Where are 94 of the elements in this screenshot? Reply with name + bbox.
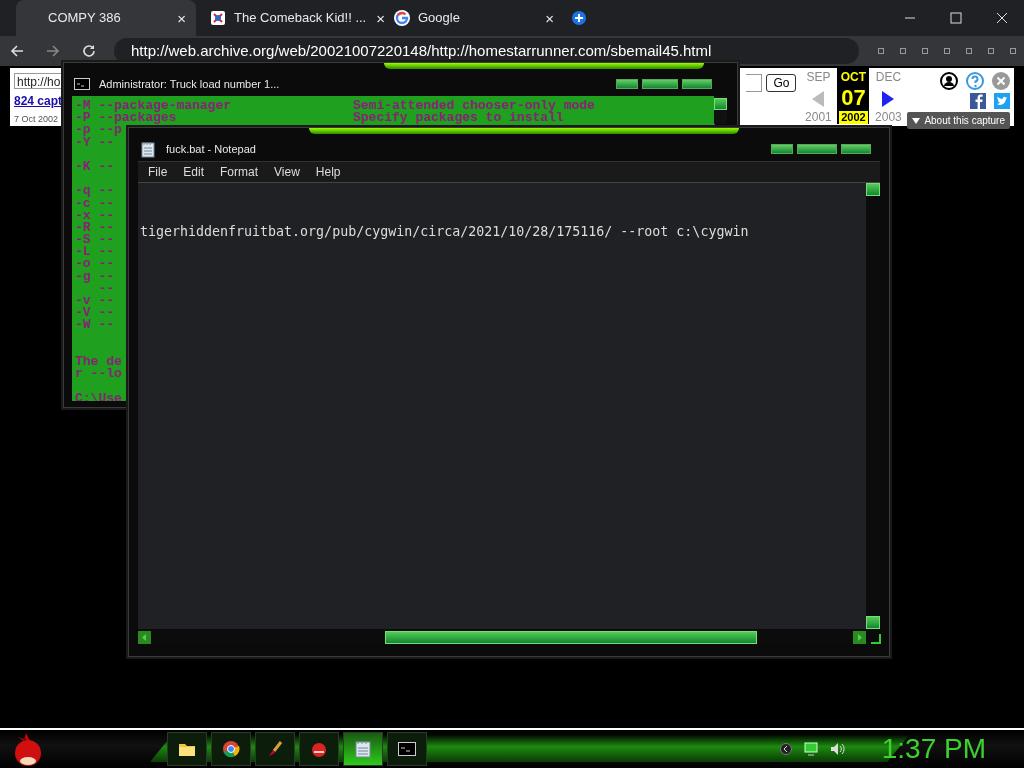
scroll-right-icon[interactable] bbox=[853, 630, 866, 644]
help-icon[interactable] bbox=[966, 72, 984, 90]
console-icon bbox=[74, 78, 90, 90]
tab-title: The Comeback Kid!! ... bbox=[234, 9, 367, 28]
folder-icon bbox=[178, 741, 196, 757]
month-label[interactable]: OCT bbox=[840, 68, 867, 86]
bird-icon[interactable] bbox=[994, 93, 1010, 109]
console-line: Semi-attended chooser-only mode bbox=[353, 100, 595, 113]
month-label[interactable]: SEP bbox=[806, 68, 831, 86]
close-tab-button[interactable]: × bbox=[374, 10, 387, 26]
console-line: -q -- bbox=[75, 185, 114, 198]
close-icon[interactable] bbox=[996, 12, 1008, 24]
forward-icon[interactable] bbox=[46, 44, 60, 58]
document-text: tigerhiddenfruitbat.org/pub/cygwin/circa/2021/10/28/175116/ --root c:\cygwin bbox=[140, 223, 749, 241]
scroll-left-icon[interactable] bbox=[138, 630, 151, 644]
extension-icon[interactable] bbox=[988, 48, 994, 54]
browser-icon bbox=[222, 740, 240, 758]
console-line: -p --p bbox=[75, 124, 122, 137]
favicon-icon bbox=[210, 10, 226, 26]
extension-icon[interactable] bbox=[966, 48, 972, 54]
next-icon[interactable] bbox=[881, 90, 896, 108]
captures-link[interactable]: 824 capt bbox=[14, 91, 63, 110]
console-line: -R -- bbox=[75, 221, 114, 235]
console-line: -M --package-manager bbox=[75, 100, 232, 113]
tab-title: COMPY 386 bbox=[48, 9, 122, 28]
year-label[interactable]: 2001 bbox=[805, 111, 832, 124]
speaker-icon[interactable] bbox=[829, 742, 846, 756]
extension-icon[interactable] bbox=[900, 48, 906, 54]
console-line: C:\Use bbox=[75, 392, 122, 401]
about-capture-button[interactable]: About this capture bbox=[907, 112, 1010, 129]
menu-item[interactable]: View bbox=[269, 163, 305, 181]
console-line: -v -- bbox=[75, 295, 114, 308]
google-icon bbox=[394, 10, 410, 26]
console-line: -K -- bbox=[75, 160, 114, 174]
text-area[interactable]: tigerhiddenfruitbat.org/pub/cygwin/circa/2021/10/28/175116/ --root c:\cygwin bbox=[138, 183, 866, 629]
caret-icon bbox=[912, 118, 921, 125]
console-line: -Y -- bbox=[75, 136, 114, 149]
menu-item[interactable]: Help bbox=[310, 163, 346, 181]
menu-item[interactable]: Format bbox=[215, 163, 264, 181]
taskbar-button[interactable] bbox=[211, 732, 251, 766]
clock: 1:37 PM bbox=[881, 732, 986, 766]
console-line: -V -- bbox=[75, 307, 114, 320]
capture-date: 7 Oct 2002 bbox=[14, 112, 60, 126]
console-icon bbox=[398, 742, 416, 756]
console-line: r --lo bbox=[75, 368, 122, 381]
chevron-icon[interactable] bbox=[779, 743, 792, 755]
console-line: -g -- bbox=[75, 270, 114, 283]
browser-tab[interactable]: Google × bbox=[384, 0, 564, 36]
brush-icon bbox=[266, 740, 284, 758]
notepad-icon bbox=[141, 140, 155, 158]
console-line: -o -- bbox=[75, 258, 114, 271]
resize-grip-icon[interactable] bbox=[869, 632, 881, 644]
vertical-scrollbar[interactable] bbox=[866, 183, 880, 629]
extension-icon[interactable] bbox=[944, 48, 950, 54]
go-button[interactable]: Go bbox=[766, 74, 797, 92]
extension-icon[interactable] bbox=[922, 48, 928, 54]
new-tab-icon[interactable] bbox=[572, 11, 586, 25]
console-line: -P --packages bbox=[75, 112, 177, 125]
close-tab-button[interactable]: × bbox=[543, 10, 556, 26]
menu-item[interactable]: File bbox=[143, 163, 173, 181]
horizontal-scrollbar[interactable] bbox=[138, 630, 866, 644]
close-tab-button[interactable]: × bbox=[175, 10, 188, 26]
year-label[interactable]: 2002 bbox=[839, 111, 868, 124]
taskbar-button[interactable] bbox=[343, 732, 383, 766]
console-line: -W -- bbox=[75, 319, 114, 332]
notepad-icon bbox=[355, 740, 371, 758]
maximize-icon[interactable] bbox=[950, 12, 962, 24]
tab-title: Google bbox=[418, 9, 461, 28]
window-title: Administrator: Truck load number 1... bbox=[99, 76, 280, 92]
month-label[interactable]: DEC bbox=[875, 68, 902, 86]
user-icon[interactable] bbox=[940, 72, 958, 90]
day-number: 07 bbox=[841, 86, 866, 110]
year-label[interactable]: 2003 bbox=[875, 111, 902, 124]
url-field[interactable] bbox=[746, 74, 763, 92]
console-line: -x -- bbox=[75, 209, 114, 222]
console-line: -S -- bbox=[75, 234, 114, 247]
taskbar-button[interactable] bbox=[387, 732, 427, 766]
browser-tab[interactable]: COMPY 386 × bbox=[16, 0, 196, 36]
window-title: fuck.bat - Notepad bbox=[166, 141, 256, 157]
extension-icon[interactable] bbox=[1010, 48, 1016, 54]
menu-item[interactable]: Edit bbox=[178, 163, 210, 181]
monitor-icon[interactable] bbox=[803, 742, 818, 756]
reload-icon[interactable] bbox=[82, 44, 96, 58]
console-line: Specify packages to install bbox=[353, 112, 564, 125]
share-icon[interactable] bbox=[970, 93, 986, 109]
console-line: -L -- bbox=[75, 246, 114, 259]
ball-icon bbox=[310, 740, 328, 758]
extension-icon[interactable] bbox=[878, 48, 884, 54]
taskbar-button[interactable] bbox=[167, 732, 207, 766]
scrollbar[interactable] bbox=[714, 96, 727, 124]
console-line: -c -- bbox=[75, 197, 114, 210]
console-line: -- bbox=[97, 282, 114, 295]
back-icon[interactable] bbox=[10, 44, 24, 58]
console-line: The de bbox=[75, 355, 122, 369]
